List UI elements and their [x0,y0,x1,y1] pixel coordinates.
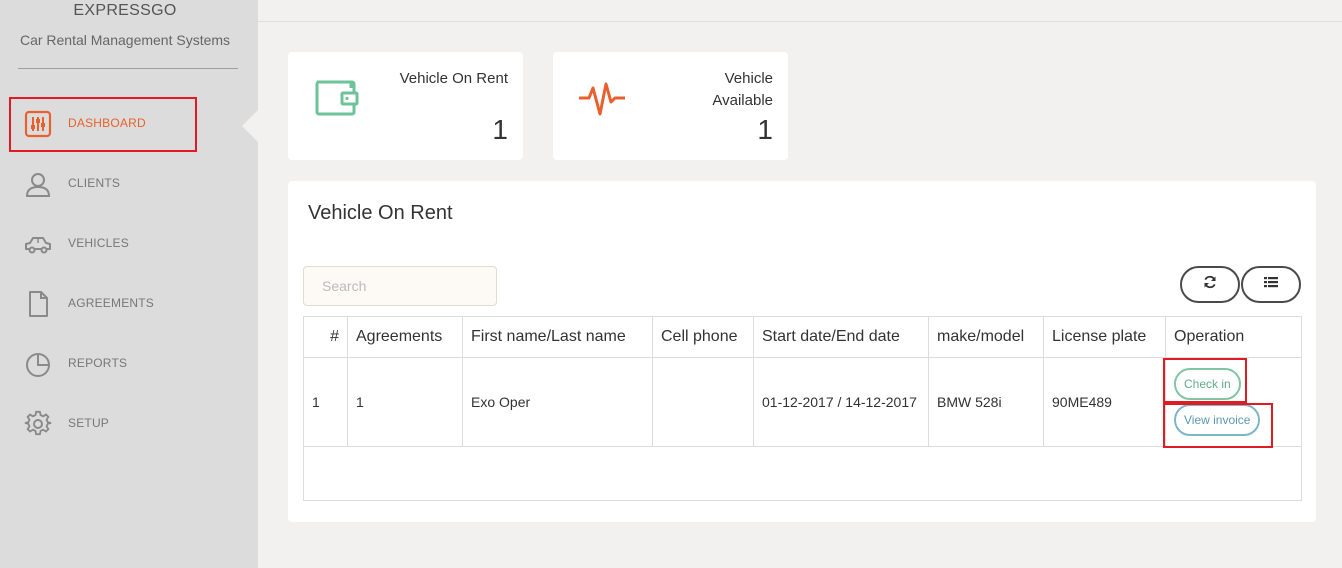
column-header[interactable]: make/model [928,317,1044,358]
dates-cell: 01-12-2017 / 14-12-2017 [753,357,929,447]
rentals-table: # Agreements First name/Last name Cell p… [303,316,1302,501]
pie-chart-icon [24,350,52,378]
refresh-icon [1203,275,1217,294]
vehicle-on-rent-panel: Vehicle On Rent Search # Agreements Firs… [288,181,1316,522]
wallet-icon [314,74,360,120]
column-header[interactable]: License plate [1043,317,1166,358]
car-icon [24,230,52,258]
row-number: 1 [304,357,348,447]
top-bar [258,0,1342,22]
sidebar-item-label: CLIENTS [68,176,121,190]
refresh-button[interactable] [1180,266,1240,303]
agreement-cell: 1 [347,357,463,447]
stat-label: Vehicle Available [712,70,773,109]
plate-cell: 90ME489 [1043,357,1166,447]
sidebar-item-label: VEHICLES [68,236,129,250]
model-cell: BMW 528i [928,357,1044,447]
sidebar-item-label: REPORTS [68,356,128,370]
stat-card-available: Vehicle Available 1 [553,52,788,160]
sidebar-item-setup[interactable]: SETUP [0,396,258,452]
columns-toggle-button[interactable] [1241,266,1301,303]
sidebar-item-clients[interactable]: CLIENTS [0,156,258,212]
sidebar-item-label: AGREEMENTS [68,296,155,310]
sidebar-item-label: SETUP [68,416,110,430]
gear-icon [24,410,52,438]
sidebar-divider [18,68,238,69]
pulse-icon [578,74,627,120]
user-icon [24,170,52,198]
sidebar-item-agreements[interactable]: AGREEMENTS [0,276,258,332]
sidebar-item-reports[interactable]: REPORTS [0,336,258,392]
list-icon [1263,275,1279,294]
search-input[interactable] [303,266,497,306]
name-cell: Exo Oper [462,357,653,447]
column-header[interactable]: First name/Last name [462,317,653,358]
dashboard-highlight-box [9,97,197,152]
column-header[interactable]: Start date/End date [753,317,929,358]
panel-title: Vehicle On Rent [308,202,453,224]
column-header[interactable]: Cell phone [652,317,754,358]
brand-subtitle: Car Rental Management Systems [19,32,231,48]
column-header[interactable]: Operation [1165,317,1301,358]
stat-value: 1 [757,114,773,145]
brand-title: EXPRESSGO [73,2,177,19]
column-header[interactable]: Agreements [347,317,463,358]
stat-label: Vehicle On Rent [399,70,508,87]
table-header-row: # Agreements First name/Last name Cell p… [304,317,1301,358]
phone-cell [652,357,754,447]
document-icon [24,290,52,318]
stat-value: 1 [492,114,508,145]
active-indicator [242,110,258,142]
sidebar-item-vehicles[interactable]: VEHICLES [0,216,258,272]
operation-cell: Check in View invoice [1165,357,1301,447]
sidebar: EXPRESSGO Car Rental Management Systems … [0,0,258,568]
check-in-button[interactable]: Check in [1174,368,1241,400]
column-header[interactable]: # [304,317,348,358]
view-invoice-button[interactable]: View invoice [1174,404,1261,436]
stat-card-on-rent: Vehicle On Rent 1 [288,52,523,160]
table-row: 1 1 Exo Oper 01-12-2017 / 14-12-2017 BMW… [304,357,1301,447]
